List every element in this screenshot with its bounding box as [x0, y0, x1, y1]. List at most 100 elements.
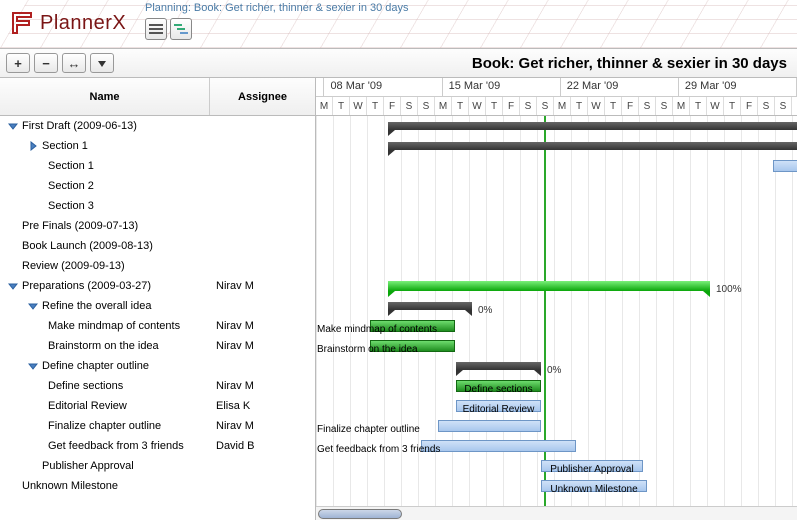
day-header: F: [503, 97, 520, 115]
task-name[interactable]: Brainstorm on the idea: [0, 340, 210, 352]
gantt-row: Define sections: [316, 376, 797, 396]
task-label: Define sections: [48, 380, 123, 392]
column-header-name[interactable]: Name: [0, 78, 210, 115]
table-row[interactable]: Section 1: [0, 136, 315, 156]
assignee-cell[interactable]: Nirav M: [210, 420, 315, 432]
assignee-cell[interactable]: Elisa K: [210, 400, 315, 412]
view-gantt-button[interactable]: [170, 18, 192, 40]
view-list-button[interactable]: [145, 18, 167, 40]
table-row[interactable]: Define chapter outline: [0, 356, 315, 376]
table-row[interactable]: Make mindmap of contents Nirav M: [0, 316, 315, 336]
chevron-down-icon[interactable]: [8, 281, 18, 291]
gantt-row: 0%: [316, 296, 797, 316]
more-button[interactable]: [90, 53, 114, 73]
gantt-bar[interactable]: 0%: [456, 362, 541, 370]
page-title: Book: Get richer, thinner & sexier in 30…: [472, 55, 791, 72]
timeline-scrollbar[interactable]: [316, 506, 797, 520]
table-row[interactable]: Section 3: [0, 196, 315, 216]
table-row[interactable]: Refine the overall idea: [0, 296, 315, 316]
gantt-bar[interactable]: [773, 160, 797, 172]
assignee-cell[interactable]: Nirav M: [210, 280, 315, 292]
task-name[interactable]: Refine the overall idea: [0, 300, 210, 312]
task-label: Define chapter outline: [42, 360, 149, 372]
table-row[interactable]: Pre Finals (2009-07-13): [0, 216, 315, 236]
chevron-down-icon[interactable]: [8, 121, 18, 131]
week-header: 08 Mar '09: [324, 78, 442, 96]
table-row[interactable]: Unknown Milestone: [0, 476, 315, 496]
task-label: Get feedback from 3 friends: [48, 440, 184, 452]
logo-text: PlannerX: [40, 12, 126, 35]
table-row[interactable]: Review (2009-09-13): [0, 256, 315, 276]
gantt-bar[interactable]: 100%: [388, 281, 710, 291]
table-row[interactable]: Get feedback from 3 friends David B: [0, 436, 315, 456]
gantt-row: 0%: [316, 356, 797, 376]
table-row[interactable]: Section 2: [0, 176, 315, 196]
task-name[interactable]: Publisher Approval: [0, 460, 210, 472]
task-name[interactable]: Book Launch (2009-08-13): [0, 240, 210, 252]
task-name[interactable]: Editorial Review: [0, 400, 210, 412]
chevron-down-icon[interactable]: [28, 361, 38, 371]
assignee-cell[interactable]: Nirav M: [210, 320, 315, 332]
assignee-cell[interactable]: Nirav M: [210, 380, 315, 392]
chevron-right-icon[interactable]: [28, 141, 38, 151]
task-name[interactable]: Section 1: [0, 140, 210, 152]
task-name[interactable]: Define chapter outline: [0, 360, 210, 372]
task-label: Section 1: [42, 140, 88, 152]
gantt-bar[interactable]: Define sections: [456, 380, 541, 392]
gantt-row: Finalize chapter outline: [316, 416, 797, 436]
task-name[interactable]: Finalize chapter outline: [0, 420, 210, 432]
table-row[interactable]: Section 1: [0, 156, 315, 176]
day-header: S: [775, 97, 792, 115]
task-name[interactable]: Unknown Milestone: [0, 480, 210, 492]
chevron-down-icon[interactable]: [28, 301, 38, 311]
table-row[interactable]: Editorial ReviewElisa K: [0, 396, 315, 416]
table-row[interactable]: Book Launch (2009-08-13): [0, 236, 315, 256]
table-row[interactable]: First Draft (2009-06-13): [0, 116, 315, 136]
scrollbar-thumb[interactable]: [318, 509, 402, 519]
gantt-bar[interactable]: Unknown Milestone: [541, 480, 647, 492]
gantt-bar[interactable]: [388, 122, 797, 130]
task-label: Make mindmap of contents: [48, 320, 180, 332]
gantt-bar[interactable]: 0%: [388, 302, 472, 310]
table-row[interactable]: Publisher Approval: [0, 456, 315, 476]
assignee-cell[interactable]: Nirav M: [210, 340, 315, 352]
fit-button[interactable]: ↔: [62, 53, 86, 73]
gantt-bar[interactable]: Make mindmap of contents: [370, 320, 455, 332]
gantt-bar-label: Make mindmap of contents: [317, 324, 456, 336]
task-name[interactable]: Review (2009-09-13): [0, 260, 210, 272]
task-name[interactable]: Section 1: [0, 160, 210, 172]
table-row[interactable]: Brainstorm on the ideaNirav M: [0, 336, 315, 356]
task-name[interactable]: Section 3: [0, 200, 210, 212]
table-row[interactable]: Define sections Nirav M: [0, 376, 315, 396]
table-row[interactable]: Finalize chapter outlineNirav M: [0, 416, 315, 436]
day-header: T: [452, 97, 469, 115]
task-name[interactable]: Pre Finals (2009-07-13): [0, 220, 210, 232]
task-name[interactable]: Get feedback from 3 friends: [0, 440, 210, 452]
gantt-row: Publisher Approval: [316, 456, 797, 476]
task-name[interactable]: Section 2: [0, 180, 210, 192]
day-header: M: [554, 97, 571, 115]
day-header: M: [316, 97, 333, 115]
gantt-bar[interactable]: Editorial Review: [456, 400, 541, 412]
gantt-bar[interactable]: Publisher Approval: [541, 460, 643, 472]
task-name[interactable]: Make mindmap of contents: [0, 320, 210, 332]
breadcrumb[interactable]: Planning: Book: Get richer, thinner & se…: [145, 2, 409, 14]
gantt-bar[interactable]: Finalize chapter outline: [438, 420, 541, 432]
gantt-progress-label: 0%: [472, 305, 492, 316]
gantt-bar[interactable]: Get feedback from 3 friends: [421, 440, 576, 452]
gantt-bar[interactable]: Brainstorm on the idea: [370, 340, 455, 352]
zoom-out-button[interactable]: −: [34, 53, 58, 73]
day-header: S: [520, 97, 537, 115]
task-name[interactable]: Preparations (2009-03-27): [0, 280, 210, 292]
gantt-bar-label: Unknown Milestone: [542, 484, 646, 496]
task-name[interactable]: Define sections: [0, 380, 210, 392]
gantt-progress-label: 100%: [710, 284, 742, 295]
table-row[interactable]: Preparations (2009-03-27)Nirav M: [0, 276, 315, 296]
column-header-assignee[interactable]: Assignee: [210, 78, 315, 115]
zoom-in-button[interactable]: +: [6, 53, 30, 73]
task-name[interactable]: First Draft (2009-06-13): [0, 120, 210, 132]
gantt-bar[interactable]: 0%: [388, 142, 797, 150]
task-label: Section 3: [48, 200, 94, 212]
gantt-bar-label: Publisher Approval: [542, 464, 642, 476]
assignee-cell[interactable]: David B: [210, 440, 315, 452]
